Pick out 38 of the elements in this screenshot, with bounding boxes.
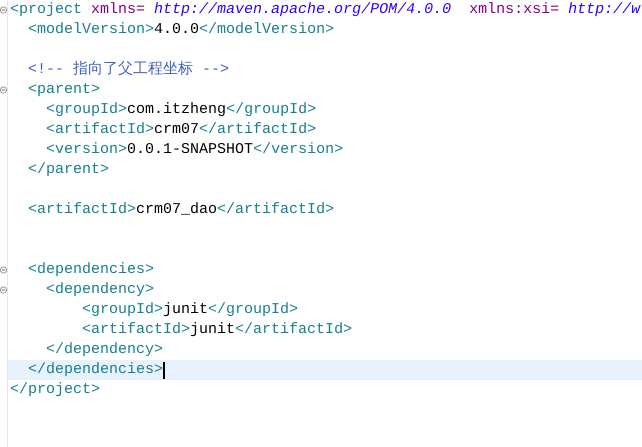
element-text: crm07	[154, 120, 200, 140]
collapse-icon[interactable]	[0, 6, 7, 14]
xml-tag: <dependencies>	[10, 260, 154, 280]
xml-tag: </project>	[10, 380, 100, 400]
xml-tag: </parent>	[10, 160, 110, 180]
collapse-icon[interactable]	[0, 286, 7, 294]
xml-tag: </modelVersion>	[199, 20, 334, 40]
element-text: 4.0.0	[154, 20, 200, 40]
xml-tag: <version>	[10, 140, 128, 160]
element-text: com.itzheng	[127, 100, 226, 120]
xml-tag: </artifactId>	[199, 120, 316, 140]
xml-tag: </groupId>	[226, 100, 316, 120]
attribute-name: xmlns=	[90, 0, 146, 20]
attribute-value: http://maven.apache.org/POM/4.0.0	[153, 0, 452, 20]
xml-tag: <artifactId>	[10, 120, 154, 140]
xml-tag: </dependency>	[10, 340, 164, 360]
xml-tag: <groupId>	[10, 100, 128, 120]
xml-tag: <project	[10, 0, 82, 20]
xml-tag: <artifactId>	[10, 320, 190, 340]
xml-tag: </artifactId>	[235, 320, 352, 340]
element-text: junit	[163, 300, 208, 320]
attribute-value: http://w	[567, 0, 640, 20]
xml-tag: <groupId>	[10, 300, 164, 320]
xml-tag: <modelVersion>	[10, 20, 154, 40]
collapse-icon[interactable]	[0, 86, 7, 94]
xml-tag: <dependency>	[10, 280, 154, 300]
attribute-name: xmlns:xsi=	[468, 0, 560, 20]
xml-tag: </artifactId>	[217, 200, 334, 220]
collapse-icon[interactable]	[0, 266, 7, 274]
xml-tag: </groupId>	[208, 300, 298, 320]
xml-tag: <artifactId>	[10, 200, 136, 220]
element-text: junit	[190, 320, 236, 340]
xml-tag: </version>	[253, 140, 344, 160]
text-cursor	[163, 362, 166, 378]
xml-tag: <parent>	[10, 80, 100, 100]
code-comment: <!-- 指向了父工程坐标 -->	[27, 60, 230, 80]
element-text: crm07_dao	[136, 200, 218, 220]
element-text: 0.0.1-SNAPSHOT	[127, 140, 254, 160]
